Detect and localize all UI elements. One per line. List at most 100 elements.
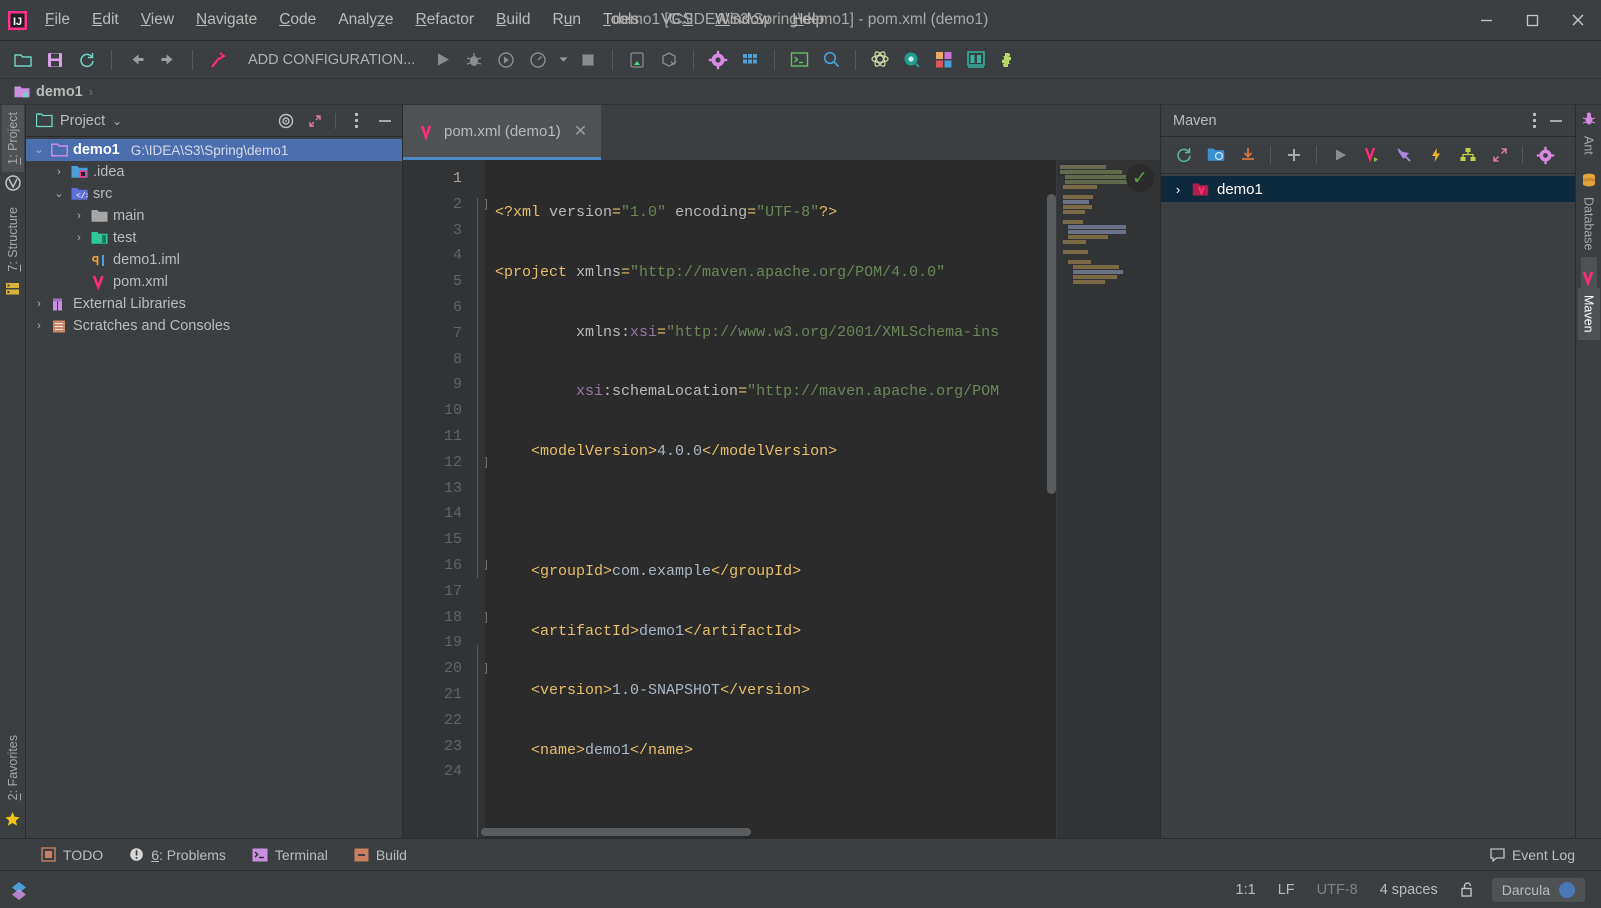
editor-vertical-scrollbar[interactable] — [1047, 194, 1056, 494]
sidebar-item-maven[interactable]: Maven — [1577, 288, 1600, 340]
editor-horizontal-scrollbar[interactable] — [481, 828, 751, 836]
reimport-icon[interactable] — [1169, 142, 1198, 169]
tool-window-todo[interactable]: TODO — [28, 843, 116, 867]
tree-item-main[interactable]: › main — [26, 205, 402, 227]
toggle-skip-tests-icon[interactable] — [1421, 142, 1450, 169]
sidebar-item-structure[interactable]: 7: Structure — [2, 200, 24, 279]
run-coverage-icon[interactable] — [491, 46, 521, 74]
menu-refactor[interactable]: Refactor — [404, 7, 485, 33]
maven-tree-item-demo1[interactable]: › demo1 — [1161, 176, 1575, 202]
expand-arrow-icon[interactable]: › — [72, 210, 86, 222]
project-structure-icon[interactable] — [735, 46, 765, 74]
menu-analyze[interactable]: Analyze — [327, 7, 404, 33]
menu-run[interactable]: Run — [542, 7, 592, 33]
tree-item-external-libraries[interactable]: › External Libraries — [26, 293, 402, 315]
toggle-offline-icon[interactable] — [1389, 142, 1418, 169]
expand-arrow-icon[interactable]: ⌄ — [52, 188, 66, 200]
avd-manager-icon[interactable] — [622, 46, 652, 74]
idea-status-icon[interactable] — [6, 880, 32, 900]
minimize-button[interactable] — [1463, 0, 1509, 40]
menu-window[interactable]: Window — [704, 7, 781, 33]
build-hammer-icon[interactable] — [202, 46, 232, 74]
sync-icon[interactable] — [72, 46, 102, 74]
run-icon[interactable] — [427, 46, 457, 74]
save-all-icon[interactable] — [40, 46, 70, 74]
sidebar-item-database[interactable]: Database — [1578, 190, 1600, 258]
caret-position[interactable]: 1:1 — [1225, 878, 1267, 902]
tool-window-terminal[interactable]: Terminal — [239, 843, 341, 867]
menu-navigate[interactable]: Navigate — [185, 7, 268, 33]
inspection-status-badge[interactable]: ✓ — [1126, 164, 1154, 192]
profiler-icon[interactable] — [523, 46, 553, 74]
tree-item-test[interactable]: › test — [26, 227, 402, 249]
forward-icon[interactable] — [153, 46, 183, 74]
tree-item-demo1-iml[interactable]: ꟼ demo1.iml — [26, 249, 402, 271]
hide-panel-icon[interactable] — [1545, 110, 1567, 132]
layout-icon[interactable] — [929, 46, 959, 74]
maven-project-tree[interactable]: › demo1 — [1161, 174, 1575, 838]
menu-edit[interactable]: Edit — [81, 7, 130, 33]
scroll-from-source-icon[interactable] — [275, 110, 297, 132]
menu-view[interactable]: View — [130, 7, 185, 33]
menu-file[interactable]: FFileile — [34, 7, 81, 33]
maven-settings-icon[interactable] — [1531, 142, 1560, 169]
options-menu-icon[interactable] — [345, 110, 367, 132]
search-everywhere-icon[interactable] — [816, 46, 846, 74]
expand-arrow-icon[interactable]: › — [1171, 183, 1185, 196]
inspect-icon[interactable] — [897, 46, 927, 74]
tool-window-problems[interactable]: 6: Problems — [116, 843, 239, 867]
expand-arrow-icon[interactable]: ⌄ — [32, 144, 46, 156]
terminal-icon[interactable] — [784, 46, 814, 74]
expand-arrow-icon[interactable]: › — [32, 320, 46, 332]
back-icon[interactable] — [121, 46, 151, 74]
indent-setting[interactable]: 4 spaces — [1369, 878, 1449, 902]
menu-help[interactable]: Help — [781, 7, 835, 33]
collapse-all-icon[interactable] — [304, 110, 326, 132]
tree-item-src[interactable]: ⌄ </> src — [26, 183, 402, 205]
hide-panel-icon[interactable] — [374, 110, 396, 132]
chevron-down-icon[interactable]: ⌄ — [112, 114, 122, 128]
close-icon[interactable]: ✕ — [574, 121, 587, 141]
execute-goal-icon[interactable] — [1357, 142, 1386, 169]
file-encoding[interactable]: UTF-8 — [1306, 878, 1369, 902]
sidebar-item-project[interactable]: 1: Project — [1, 105, 24, 172]
menu-tools[interactable]: Tools — [592, 7, 650, 33]
stop-icon[interactable] — [573, 46, 603, 74]
tool-window-build[interactable]: Build — [341, 843, 420, 867]
tree-item-pom-xml[interactable]: pom.xml — [26, 271, 402, 293]
open-project-icon[interactable] — [8, 46, 38, 74]
tree-item-demo1[interactable]: ⌄ demo1 G:\IDEA\S3\Spring\demo1 — [26, 139, 402, 161]
maximize-button[interactable] — [1509, 0, 1555, 40]
db-icon[interactable] — [961, 46, 991, 74]
unlocked-icon[interactable] — [1449, 877, 1486, 902]
sidebar-item-ant[interactable]: Ant — [1578, 129, 1600, 162]
options-menu-icon[interactable] — [1523, 110, 1545, 132]
add-maven-project-icon[interactable] — [1279, 142, 1308, 169]
run-icon[interactable] — [1325, 142, 1354, 169]
expand-arrow-icon[interactable]: › — [32, 298, 46, 310]
show-dependencies-icon[interactable] — [1453, 142, 1482, 169]
editor-horizontal-scrollbar-track[interactable] — [481, 828, 1056, 836]
close-button[interactable] — [1555, 0, 1601, 40]
plugin-icon[interactable] — [993, 46, 1023, 74]
sdk-manager-icon[interactable] — [654, 46, 684, 74]
event-log-button[interactable]: Event Log — [1480, 843, 1585, 867]
project-tree[interactable]: ⌄ demo1 G:\IDEA\S3\Spring\demo1 › .idea … — [26, 137, 402, 838]
code-content[interactable]: <?xml version="1.0" encoding="UTF-8"?> <… — [485, 160, 1056, 838]
theme-selector[interactable]: Darcula — [1491, 877, 1585, 902]
generate-sources-icon[interactable] — [1201, 142, 1230, 169]
code-minimap[interactable]: ✓ — [1056, 160, 1160, 838]
code-scroll-area[interactable]: 1 2− 3 4 5 6 7 8 9 10 11 12− 13 14 15 16 — [403, 160, 1160, 838]
expand-arrow-icon[interactable]: › — [72, 232, 86, 244]
tree-item-idea[interactable]: › .idea — [26, 161, 402, 183]
collapse-all-icon[interactable] — [1485, 142, 1514, 169]
chevron-down-icon[interactable] — [555, 46, 571, 74]
editor-tab-pom-xml[interactable]: pom.xml (demo1) ✕ — [403, 105, 602, 160]
menu-vcs[interactable]: VCS — [650, 7, 704, 33]
sidebar-item-favorites[interactable]: 2: Favorites — [2, 728, 24, 807]
debug-icon[interactable] — [459, 46, 489, 74]
expand-arrow-icon[interactable]: › — [52, 166, 66, 178]
settings-gear-icon[interactable] — [703, 46, 733, 74]
menu-code[interactable]: Code — [268, 7, 327, 33]
line-separator[interactable]: LF — [1267, 878, 1306, 902]
